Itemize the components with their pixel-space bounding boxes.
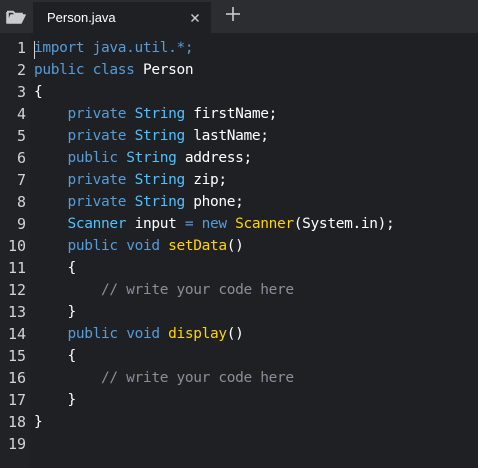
code-token-keyword: public bbox=[34, 150, 127, 166]
code-line: import java.util.*; bbox=[34, 37, 194, 59]
line-number: 1 bbox=[16, 39, 26, 57]
code-token-keyword: private bbox=[34, 172, 135, 188]
code-token-plain: address; bbox=[184, 150, 252, 166]
code-token-plain: zip; bbox=[193, 172, 227, 188]
code-token-plain: () bbox=[226, 326, 244, 342]
line-number: 5 bbox=[16, 127, 26, 145]
line-number: 13 bbox=[7, 303, 26, 321]
code-token-keyword: public bbox=[34, 238, 127, 254]
code-token-plain: } bbox=[34, 304, 77, 320]
line-number: 4 bbox=[16, 105, 26, 123]
code-token-keyword: public class bbox=[34, 62, 143, 78]
code-token-plain: { bbox=[34, 348, 77, 364]
code-token-type: String bbox=[134, 128, 194, 144]
line-number: 18 bbox=[7, 413, 26, 431]
code-line: private String lastName; bbox=[34, 125, 269, 147]
code-line: Scanner input = new Scanner(System.in); bbox=[34, 213, 395, 235]
code-line: public void setData() bbox=[34, 235, 244, 257]
code-token-keyword: private bbox=[34, 106, 135, 122]
code-token-plain: firstName; bbox=[193, 106, 278, 122]
code-token-plain: () bbox=[226, 238, 244, 254]
code-line: } bbox=[34, 411, 43, 433]
code-token-keyword: void bbox=[126, 326, 169, 342]
code-token-type: String bbox=[126, 150, 185, 166]
text-cursor bbox=[34, 41, 35, 59]
line-number: 11 bbox=[7, 259, 26, 277]
line-number-gutter: 1 2 3 4 5 6 7 8 9 10 11 12 13 14 15 16 17 18 19 bbox=[0, 33, 30, 468]
code-line: private String firstName; bbox=[34, 103, 278, 125]
line-number: 7 bbox=[16, 171, 26, 189]
tab-label: Person.java bbox=[47, 10, 116, 25]
code-token-plain: Person bbox=[142, 62, 194, 78]
code-token-keyword: private bbox=[34, 194, 135, 210]
code-line: // write your code here bbox=[34, 367, 294, 389]
code-line: public void display() bbox=[34, 323, 244, 345]
tab-person-java[interactable]: Person.java bbox=[33, 2, 211, 33]
code-line: private String zip; bbox=[34, 169, 228, 191]
code-token-method: display bbox=[168, 326, 227, 342]
code-token-type: String bbox=[134, 106, 194, 122]
line-number: 9 bbox=[16, 215, 26, 233]
code-token-plain: { bbox=[34, 260, 77, 276]
code-editor[interactable]: import java.util.*; public class Person{ … bbox=[34, 33, 478, 468]
line-number: 14 bbox=[7, 325, 26, 343]
code-line: // write your code here bbox=[34, 279, 294, 301]
code-line: { bbox=[34, 345, 77, 367]
code-line: } bbox=[34, 389, 77, 411]
code-token-plain: (System.in); bbox=[293, 216, 395, 232]
code-token-plain: phone; bbox=[193, 194, 244, 210]
code-line: { bbox=[34, 81, 43, 103]
line-number: 15 bbox=[7, 347, 26, 365]
tab-bar: Person.java bbox=[0, 0, 478, 33]
code-line: private String phone; bbox=[34, 191, 244, 213]
code-token-keyword: private bbox=[34, 128, 135, 144]
code-token-keyword: import java.util.*; bbox=[34, 40, 194, 56]
code-token-type: String bbox=[134, 172, 194, 188]
code-line: } bbox=[34, 301, 77, 323]
code-line: public class Person bbox=[34, 59, 194, 81]
code-token-keyword: public bbox=[34, 326, 127, 342]
code-token-plain: input bbox=[134, 216, 185, 232]
folder-open-icon[interactable] bbox=[0, 0, 31, 33]
close-icon[interactable] bbox=[188, 10, 202, 24]
code-token-comment: // write your code here bbox=[34, 282, 294, 298]
line-number: 10 bbox=[7, 237, 26, 255]
code-token-plain: } bbox=[34, 392, 77, 408]
line-number: 6 bbox=[16, 149, 26, 167]
line-number: 12 bbox=[7, 281, 26, 299]
code-token-method: Scanner bbox=[235, 216, 294, 232]
line-number: 16 bbox=[7, 369, 26, 387]
code-token-method: setData bbox=[168, 238, 227, 254]
code-line: { bbox=[34, 257, 77, 279]
line-number: 19 bbox=[7, 435, 26, 453]
code-line: public String address; bbox=[34, 147, 253, 169]
code-token-type: Scanner bbox=[34, 216, 135, 232]
code-token-plain: lastName; bbox=[193, 128, 269, 144]
plus-icon[interactable] bbox=[224, 5, 242, 23]
line-number: 3 bbox=[16, 83, 26, 101]
code-token-keyword: = new bbox=[184, 216, 236, 232]
code-token-plain: } bbox=[34, 414, 43, 430]
line-number: 17 bbox=[7, 391, 26, 409]
code-token-keyword: void bbox=[126, 238, 169, 254]
code-token-comment: // write your code here bbox=[34, 370, 294, 386]
code-token-type: String bbox=[134, 194, 194, 210]
code-token-plain: { bbox=[34, 84, 43, 100]
line-number: 8 bbox=[16, 193, 26, 211]
line-number: 2 bbox=[16, 61, 26, 79]
